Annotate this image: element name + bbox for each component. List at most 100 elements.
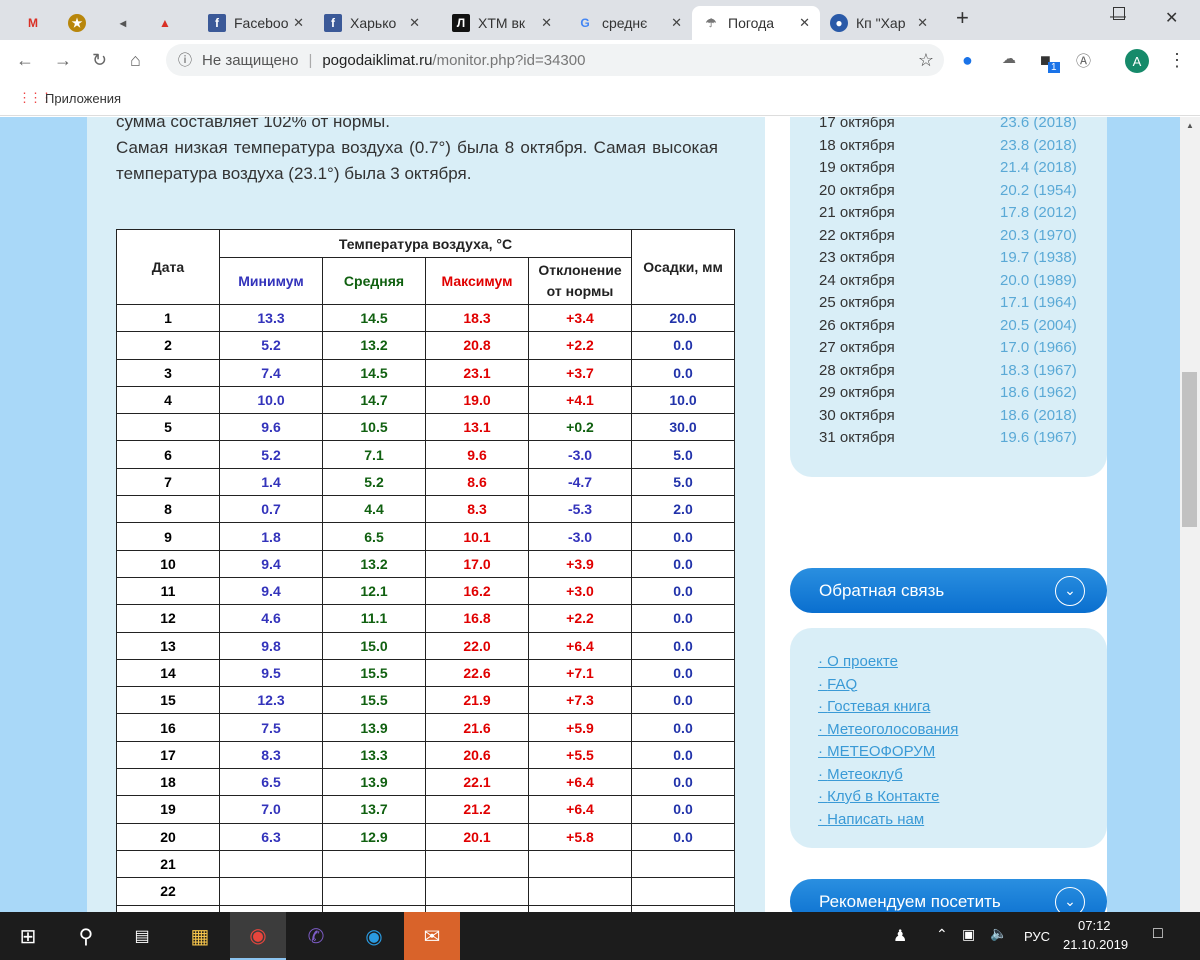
cell-date: 21 <box>116 849 220 879</box>
cell-precipitation: 0.0 <box>631 768 735 797</box>
scroll-up-icon[interactable]: ▲ <box>1186 121 1194 130</box>
cell-deviation: +3.4 <box>528 303 632 333</box>
volume-icon[interactable]: 🔈 <box>990 925 1007 942</box>
close-window-button[interactable]: ✕ <box>1165 8 1178 28</box>
record-date: 25 октября <box>819 294 895 311</box>
info-icon[interactable]: ⓘ <box>178 50 192 70</box>
avatar[interactable]: A <box>1125 49 1149 73</box>
tab-label: Faceboo <box>234 15 289 31</box>
close-tab-icon[interactable]: ✕ <box>541 15 552 31</box>
app-icon[interactable]: ◉ <box>346 912 402 960</box>
main-content: сумма составляет 102% от нормы. Самая ни… <box>87 117 765 912</box>
extension-badge: 1 <box>1048 62 1060 73</box>
reload-icon[interactable]: ↻ <box>92 50 107 71</box>
feedback-label: Обратная связь <box>819 580 945 600</box>
cell-precipitation <box>631 877 735 906</box>
cell-date: 6 <box>116 440 220 469</box>
extension-weather-icon[interactable]: ☁ <box>1002 50 1016 67</box>
sidebar-link[interactable]: Метеоголосования <box>818 721 958 738</box>
table-row: 20 6.3 12.9 20.1 +5.8 0.0 <box>116 822 735 851</box>
tab[interactable]: ● Кп "Хар ✕ <box>820 6 938 40</box>
cell-min <box>219 877 323 906</box>
tab[interactable]: ▲ <box>146 6 196 40</box>
record-row: 23 октября 19.7 (1938) <box>819 249 1079 266</box>
clock-date[interactable]: 21.10.2019 <box>1063 937 1128 952</box>
record-row: 22 октября 20.3 (1970) <box>819 227 1079 244</box>
record-value: 20.3 (1970) <box>1000 226 1077 244</box>
cell-deviation: +5.5 <box>528 740 632 770</box>
cell-avg: 6.5 <box>322 522 426 551</box>
extension-a-icon[interactable]: Ⓐ <box>1076 50 1091 71</box>
file-explorer-icon[interactable]: ▦ <box>172 912 228 960</box>
restore-button[interactable] <box>1113 7 1125 20</box>
cell-min: 9.5 <box>219 658 323 688</box>
record-date: 26 октября <box>819 316 895 334</box>
cell-avg <box>322 849 426 879</box>
tab[interactable]: f Faceboo ✕ <box>198 6 314 40</box>
people-icon[interactable]: ♟ <box>893 926 907 946</box>
tab[interactable]: M <box>14 6 54 40</box>
cell-avg: 13.3 <box>322 740 426 770</box>
search-icon[interactable]: ⚲ <box>58 912 114 960</box>
table-row: 9 1.8 6.5 10.1 -3.0 0.0 <box>116 522 735 551</box>
close-tab-icon[interactable]: ✕ <box>293 15 304 31</box>
scrollbar-thumb[interactable] <box>1182 372 1197 527</box>
close-tab-icon[interactable]: ✕ <box>799 15 810 31</box>
sidebar-link[interactable]: О проекте <box>818 653 898 670</box>
cell-precipitation: 0.0 <box>631 358 735 387</box>
cell-min: 4.6 <box>219 604 323 633</box>
new-tab-button[interactable]: + <box>956 5 969 31</box>
close-tab-icon[interactable]: ✕ <box>671 15 682 31</box>
task-view-icon[interactable]: ▤ <box>114 912 170 960</box>
recommend-button[interactable]: Рекомендуем посетить ⌄ <box>790 879 1107 912</box>
tab[interactable]: ★ <box>58 6 98 40</box>
tab[interactable]: ◂ <box>104 6 144 40</box>
cell-deviation: -5.3 <box>528 495 632 524</box>
cell-min: 7.4 <box>219 358 323 387</box>
forward-icon[interactable]: → <box>54 50 72 71</box>
scrollbar[interactable]: ▲ <box>1180 117 1200 912</box>
cell-date: 2 <box>116 331 220 360</box>
menu-icon[interactable]: ⋮ <box>1168 50 1186 71</box>
cell-date: 5 <box>116 413 220 442</box>
tab[interactable]: f Харько ✕ <box>314 6 430 40</box>
back-icon[interactable]: ← <box>16 50 34 71</box>
omnibox[interactable]: ⓘ Не защищено | pogodaiklimat.ru /monito… <box>166 44 944 76</box>
sidebar-link[interactable]: Гостевая книга <box>818 698 930 715</box>
sidebar-link[interactable]: Написать нам <box>818 811 924 828</box>
cell-min: 1.8 <box>219 522 323 551</box>
cell-date: 9 <box>116 522 220 551</box>
network-icon[interactable]: ▣ <box>962 926 975 943</box>
home-icon[interactable]: ⌂ <box>130 50 141 71</box>
table-row: 14 9.5 15.5 22.6 +7.1 0.0 <box>116 658 735 688</box>
feedback-button[interactable]: Обратная связь ⌄ <box>790 568 1107 613</box>
close-tab-icon[interactable]: ✕ <box>409 15 420 31</box>
record-value: 20.0 (1989) <box>1000 271 1077 289</box>
cell-deviation: +5.8 <box>528 822 632 851</box>
sidebar-link[interactable]: Метеоклуб <box>818 766 903 783</box>
extension-icon[interactable]: ● <box>962 50 973 71</box>
sidebar-link[interactable]: МЕТЕОФОРУМ <box>818 743 935 760</box>
apps-bookmark[interactable]: Приложения <box>45 91 121 106</box>
mail-icon[interactable]: ✉ <box>404 912 460 960</box>
windows-start-icon[interactable]: ⊞ <box>0 912 56 960</box>
cell-date: 17 <box>116 740 220 770</box>
table-row: 13 9.8 15.0 22.0 +6.4 0.0 <box>116 631 735 660</box>
tab-label: Погода <box>728 15 775 31</box>
tab[interactable]: Л ХТМ вк ✕ <box>442 6 562 40</box>
cell-date: 1 <box>116 303 220 333</box>
tab[interactable]: Gсреднє ✕ <box>566 6 692 40</box>
chrome-icon[interactable]: ◉ <box>230 912 286 960</box>
clock-time[interactable]: 07:12 <box>1078 918 1111 933</box>
table-row: 12 4.6 11.1 16.8 +2.2 0.0 <box>116 604 735 633</box>
viber-icon[interactable]: ✆ <box>288 912 344 960</box>
bookmark-star-icon[interactable]: ☆ <box>918 50 934 71</box>
sidebar-link[interactable]: Клуб в Контакте <box>818 788 939 805</box>
close-tab-icon[interactable]: ✕ <box>917 15 928 31</box>
tab[interactable]: ☂ Погода ✕ <box>692 6 820 40</box>
sidebar-link[interactable]: FAQ <box>818 676 857 693</box>
language-indicator[interactable]: РУС <box>1024 929 1050 944</box>
show-hidden-icon[interactable]: ⌃ <box>936 926 948 943</box>
cell-precipitation: 20.0 <box>631 303 735 333</box>
notifications-icon[interactable]: □ <box>1153 925 1163 943</box>
